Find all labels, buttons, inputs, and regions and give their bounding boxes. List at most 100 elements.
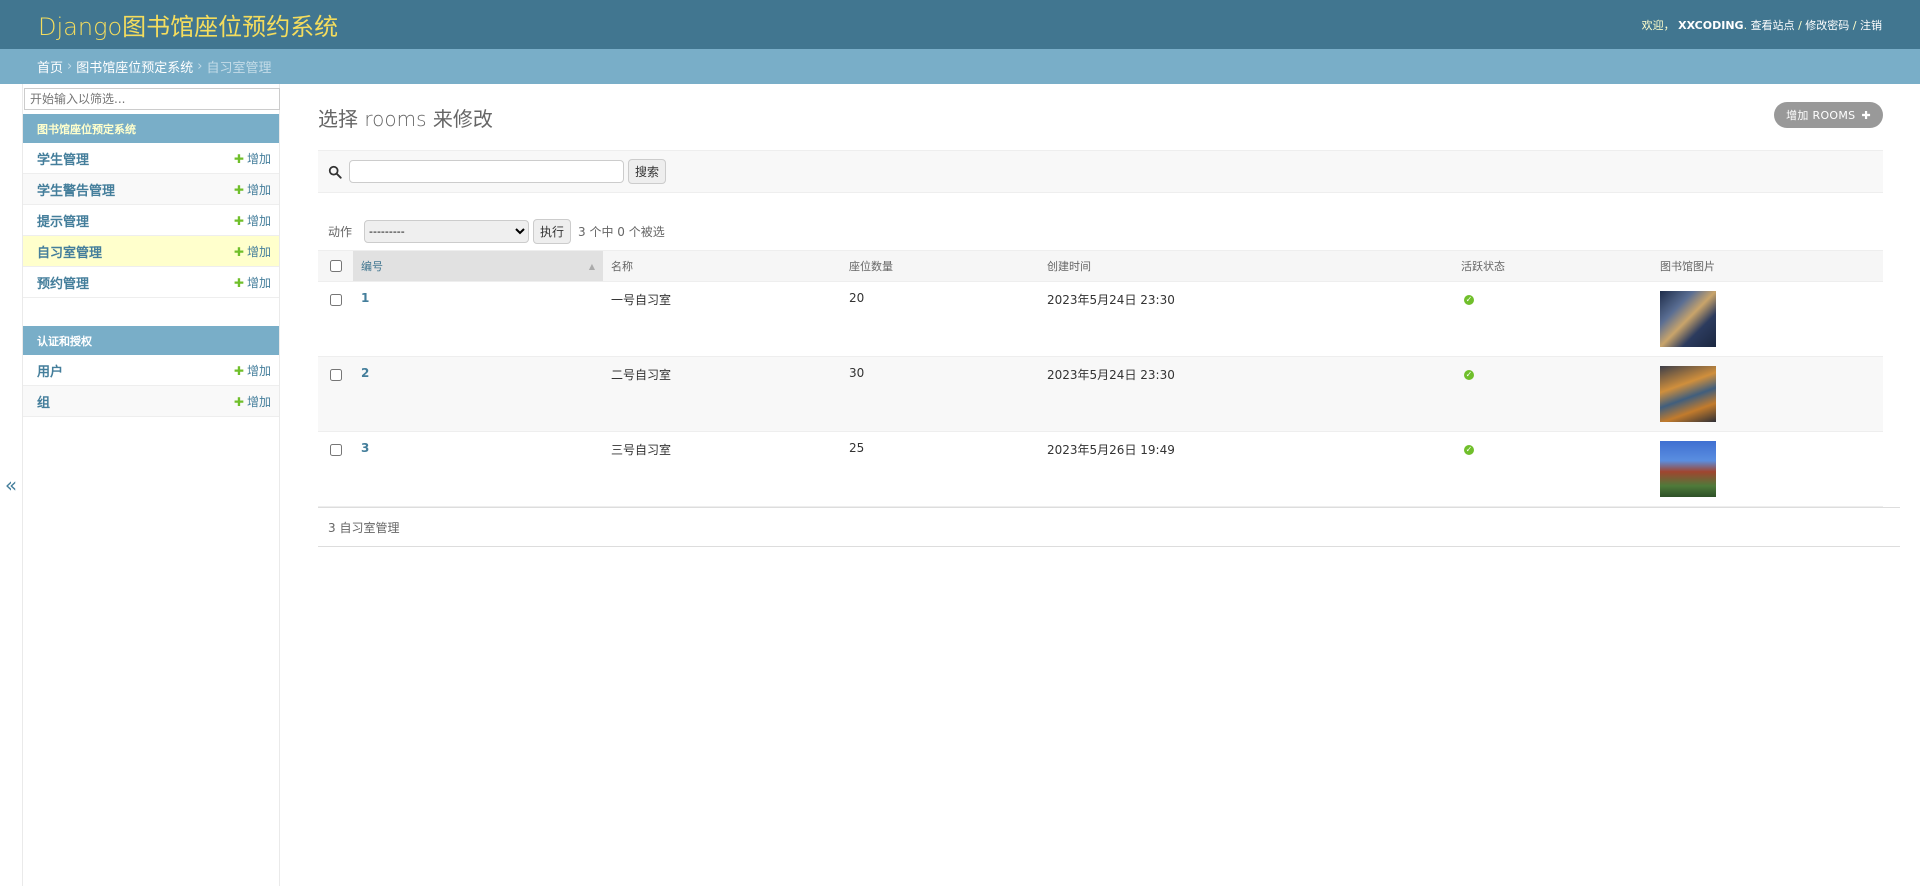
add-label: 增加	[246, 244, 271, 259]
site-brand[interactable]: Django图书馆座位预约系统	[38, 7, 338, 42]
add-label: 增加	[246, 363, 271, 378]
row-checkbox[interactable]	[330, 444, 342, 456]
search-button[interactable]: 搜索	[628, 159, 667, 184]
actions-label: 动作	[328, 224, 353, 239]
sidebar-item-label[interactable]: 预约管理	[37, 273, 89, 292]
view-site-link[interactable]: 查看站点	[1751, 19, 1795, 32]
run-action-button[interactable]: 执行	[533, 218, 572, 244]
header: Django图书馆座位预约系统 欢迎， XXCODING. 查看站点 / 修改密…	[0, 0, 1920, 49]
row-select-cell	[318, 431, 353, 507]
cell-seats: 30	[841, 356, 1039, 432]
add-link[interactable]: ✚ 增加	[234, 362, 271, 379]
sidebar-item-label[interactable]: 自习室管理	[37, 242, 102, 261]
add-link[interactable]: ✚ 增加	[234, 181, 271, 198]
sidebar-item-label[interactable]: 组	[37, 392, 50, 411]
cell-created: 2023年5月26日 19:49	[1039, 431, 1453, 507]
logout-link[interactable]: 注销	[1860, 19, 1882, 32]
search-toolbar: 搜索	[318, 150, 1883, 193]
add-rooms-button[interactable]: 增加 ROOMS ✚	[1774, 102, 1883, 128]
actions-bar: 动作 --------- 执行 3 个中 0 个被选	[318, 212, 1902, 250]
sort-asc-icon[interactable]: ▲	[589, 262, 595, 271]
column-label: 编号	[361, 260, 383, 273]
breadcrumb-current: 自习室管理	[206, 61, 272, 76]
page-title: 选择 rooms 来修改	[318, 107, 493, 131]
nav-filter-input[interactable]	[24, 88, 280, 110]
toggle-sidebar-button[interactable]: «	[0, 84, 22, 886]
breadcrumb-separator: ›	[197, 59, 203, 74]
sidebar-item-warnings: 学生警告管理 ✚ 增加	[23, 174, 279, 205]
plus-icon: ✚	[233, 363, 244, 378]
cell-seats: 20	[841, 281, 1039, 357]
plus-icon: ✚	[233, 394, 244, 409]
row-select-cell	[318, 281, 353, 357]
action-select[interactable]: ---------	[364, 219, 530, 243]
sidebar-item-users: 用户 ✚ 增加	[23, 355, 279, 386]
sidebar-item-label[interactable]: 学生警告管理	[37, 180, 115, 199]
cell-id: 2	[353, 356, 603, 432]
row-link[interactable]: 1	[361, 291, 369, 305]
breadcrumb-separator: ›	[67, 59, 73, 74]
row-link[interactable]: 2	[361, 366, 369, 380]
module-caption[interactable]: 图书馆座位预定系统	[23, 114, 279, 143]
plus-icon: ✚	[1861, 109, 1871, 122]
column-header-image[interactable]: 图书馆图片	[1652, 250, 1883, 282]
username: XXCODING	[1678, 18, 1744, 32]
sidebar-item-reservations: 预约管理 ✚ 增加	[23, 267, 279, 298]
separator: /	[1798, 18, 1802, 32]
module-library: 图书馆座位预定系统 学生管理 ✚ 增加 学生警告管理 ✚ 增加 提示管理 ✚ 增加 自…	[23, 114, 279, 298]
room-image	[1660, 366, 1716, 422]
cell-created: 2023年5月24日 23:30	[1039, 281, 1453, 357]
add-link[interactable]: ✚ 增加	[234, 393, 271, 410]
add-label: 增加	[246, 213, 271, 228]
sidebar-item-label[interactable]: 提示管理	[37, 211, 89, 230]
sidebar-item-rooms: 自习室管理 ✚ 增加	[23, 236, 279, 267]
column-header-seats[interactable]: 座位数量	[841, 250, 1039, 282]
search-input[interactable]	[349, 160, 624, 183]
column-header-active[interactable]: 活跃状态	[1453, 250, 1652, 282]
add-button-label: 增加 ROOMS	[1786, 109, 1856, 122]
cell-image	[1652, 431, 1883, 507]
separator: /	[1852, 18, 1857, 32]
cell-id: 3	[353, 431, 603, 507]
column-header-created[interactable]: 创建时间	[1039, 250, 1453, 282]
plus-icon: ✚	[233, 151, 244, 166]
cell-active: ✓	[1453, 281, 1652, 357]
sidebar-item-groups: 组 ✚ 增加	[23, 386, 279, 417]
change-password-link[interactable]: 修改密码	[1805, 19, 1849, 32]
sidebar-item-label[interactable]: 用户	[37, 361, 63, 380]
add-link[interactable]: ✚ 增加	[234, 274, 271, 291]
add-link[interactable]: ✚ 增加	[234, 150, 271, 167]
plus-icon: ✚	[233, 182, 244, 197]
check-yes-icon: ✓	[1464, 445, 1474, 455]
row-checkbox[interactable]	[330, 369, 342, 381]
table-row: 2 二号自习室 30 2023年5月24日 23:30 ✓	[318, 356, 1883, 432]
module-auth: 认证和授权 用户 ✚ 增加 组 ✚ 增加	[23, 326, 279, 417]
cell-active: ✓	[1453, 356, 1652, 432]
user-tools: 欢迎， XXCODING. 查看站点 / 修改密码 / 注销	[1641, 18, 1882, 32]
breadcrumb: 首页 › 图书馆座位预定系统 › 自习室管理	[0, 49, 1920, 84]
select-all-header	[318, 250, 353, 282]
table-row: 3 三号自习室 25 2023年5月26日 19:49 ✓	[318, 431, 1883, 507]
column-header-name[interactable]: 名称	[603, 250, 841, 282]
select-all-checkbox[interactable]	[330, 260, 342, 272]
add-link[interactable]: ✚ 增加	[234, 212, 271, 229]
column-header-id[interactable]: 编号 ▲	[353, 250, 603, 282]
sidebar-item-label[interactable]: 学生管理	[37, 149, 89, 168]
add-label: 增加	[246, 151, 271, 166]
breadcrumb-home[interactable]: 首页	[37, 57, 63, 76]
result-list: 编号 ▲ 名称 座位数量 创建时间 活跃状态 图书馆图片 1 一号自习室 20 2…	[318, 250, 1883, 507]
row-link[interactable]: 3	[361, 441, 369, 455]
cell-created: 2023年5月24日 23:30	[1039, 356, 1453, 432]
cell-name: 一号自习室	[603, 281, 841, 357]
add-link[interactable]: ✚ 增加	[234, 243, 271, 260]
plus-icon: ✚	[233, 275, 244, 290]
add-label: 增加	[246, 394, 271, 409]
check-yes-icon: ✓	[1464, 295, 1474, 305]
row-checkbox[interactable]	[330, 294, 342, 306]
cell-name: 三号自习室	[603, 431, 841, 507]
add-label: 增加	[246, 275, 271, 290]
module-caption[interactable]: 认证和授权	[23, 326, 279, 355]
breadcrumb-app[interactable]: 图书馆座位预定系统	[76, 57, 193, 76]
cell-image	[1652, 356, 1883, 432]
room-image	[1660, 441, 1716, 497]
